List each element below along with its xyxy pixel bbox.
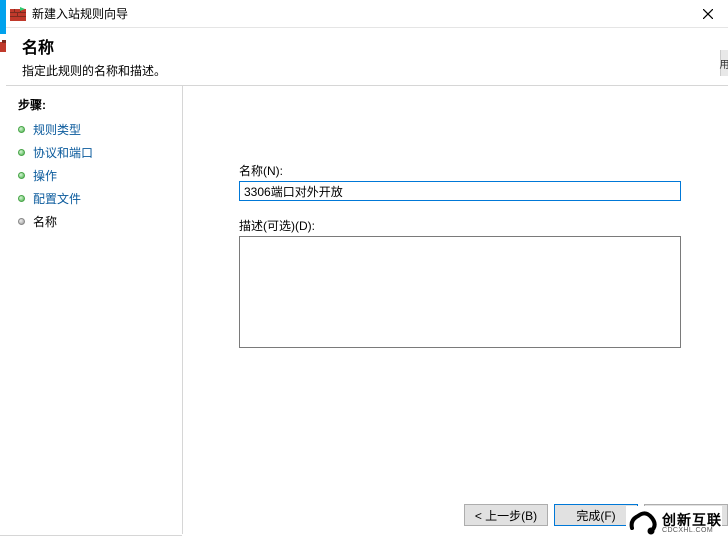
- step-label: 操作: [33, 167, 57, 184]
- wizard-footer: < 上一步(B) 完成(F): [182, 496, 728, 534]
- cancel-button-partial[interactable]: [644, 504, 728, 526]
- name-input[interactable]: [239, 181, 681, 201]
- firewall-icon: [10, 6, 26, 22]
- steps-heading: 步骤:: [18, 96, 178, 113]
- step-label: 规则类型: [33, 121, 81, 138]
- back-button[interactable]: < 上一步(B): [464, 504, 548, 526]
- description-input[interactable]: [239, 236, 681, 348]
- wizard-content: 名称(N): 描述(可选)(D):: [182, 86, 728, 496]
- divider: [0, 535, 182, 536]
- background-fragment: 用: [720, 50, 728, 76]
- steps-sidebar: 步骤: 规则类型 协议和端口 操作 配置文件 名称: [6, 86, 182, 534]
- bullet-icon: [18, 149, 25, 156]
- bullet-icon: [18, 218, 25, 225]
- step-action[interactable]: 操作: [18, 167, 178, 184]
- page-title: 名称: [22, 34, 712, 58]
- step-rule-type[interactable]: 规则类型: [18, 121, 178, 138]
- step-protocol-ports[interactable]: 协议和端口: [18, 144, 178, 161]
- titlebar: 新建入站规则向导: [6, 0, 728, 28]
- name-label: 名称(N):: [239, 162, 708, 179]
- step-label: 配置文件: [33, 190, 81, 207]
- bullet-icon: [18, 172, 25, 179]
- window-title: 新建入站规则向导: [32, 5, 688, 22]
- step-label: 名称: [33, 213, 57, 230]
- close-icon: [703, 9, 713, 19]
- finish-button[interactable]: 完成(F): [554, 504, 638, 526]
- page-subtitle: 指定此规则的名称和描述。: [22, 62, 712, 79]
- bullet-icon: [18, 195, 25, 202]
- close-button[interactable]: [688, 0, 728, 28]
- step-profile[interactable]: 配置文件: [18, 190, 178, 207]
- wizard-header: 名称 指定此规则的名称和描述。: [6, 28, 728, 86]
- bullet-icon: [18, 126, 25, 133]
- step-label: 协议和端口: [33, 144, 93, 161]
- step-name[interactable]: 名称: [18, 213, 178, 230]
- description-label: 描述(可选)(D):: [239, 217, 708, 234]
